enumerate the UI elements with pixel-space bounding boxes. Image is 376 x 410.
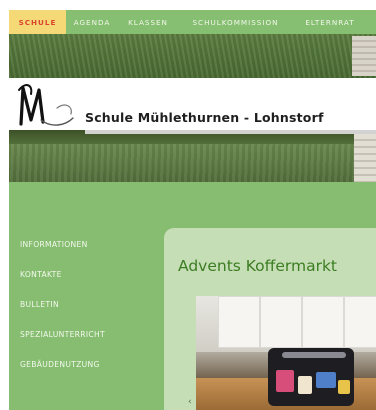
gallery-photo[interactable] bbox=[196, 296, 376, 410]
sidebar-item-spezialunterricht[interactable]: SPEZIALUNTERRICHT bbox=[20, 330, 150, 360]
school-name: Schule Mühlethurnen - Lohnstorf bbox=[85, 110, 324, 125]
nav-item-klassen[interactable]: KLASSEN bbox=[118, 10, 178, 34]
photo-item bbox=[338, 380, 350, 394]
nav-item-elternrat[interactable]: ELTERNRAT bbox=[293, 10, 367, 34]
banner-building-image bbox=[352, 36, 376, 76]
photo-item bbox=[276, 370, 294, 392]
banner-shed-image bbox=[354, 134, 376, 182]
gallery-prev-arrow-icon[interactable]: ‹ bbox=[188, 397, 192, 407]
banner-grass-image bbox=[9, 34, 376, 78]
photo-item bbox=[298, 376, 312, 394]
photo-cabinet bbox=[344, 296, 376, 348]
photo-cabinet bbox=[302, 296, 344, 348]
photo-cabinet bbox=[218, 296, 260, 348]
header-banner: Schule Mühlethurnen - Lohnstorf bbox=[9, 34, 376, 182]
nav-item-schule[interactable]: SCHULE bbox=[9, 10, 66, 34]
nav-item-agenda[interactable]: AGENDA bbox=[66, 10, 118, 34]
sidebar-item-informationen[interactable]: INFORMATIONEN bbox=[20, 240, 150, 270]
sidebar-item-kontakte[interactable]: KONTAKTE bbox=[20, 270, 150, 300]
page: SCHULE AGENDA KLASSEN SCHULKOMMISSION EL… bbox=[0, 0, 376, 410]
logo-underline bbox=[85, 130, 376, 134]
sidebar-item-bulletin[interactable]: BULLETIN bbox=[20, 300, 150, 330]
school-logo-icon bbox=[18, 84, 74, 126]
photo-item bbox=[316, 372, 336, 388]
top-navigation: SCHULE AGENDA KLASSEN SCHULKOMMISSION EL… bbox=[9, 10, 376, 34]
photo-item bbox=[282, 352, 346, 358]
nav-item-schulkommission[interactable]: SCHULKOMMISSION bbox=[178, 10, 293, 34]
sidebar-navigation: INFORMATIONEN KONTAKTE BULLETIN SPEZIALU… bbox=[20, 240, 150, 390]
logo-band: Schule Mühlethurnen - Lohnstorf bbox=[9, 78, 376, 130]
content-card: Advents Koffermarkt bbox=[164, 228, 376, 410]
photo-cabinet bbox=[260, 296, 302, 348]
page-title: Advents Koffermarkt bbox=[178, 257, 337, 275]
sidebar-item-gebaeudenutzung[interactable]: GEBÄUDENUTZUNG bbox=[20, 360, 150, 390]
